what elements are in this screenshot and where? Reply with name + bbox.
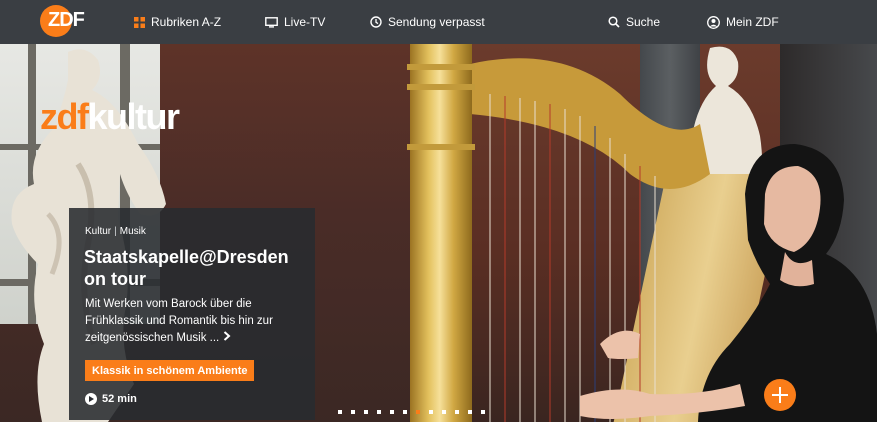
slider-dot[interactable] bbox=[390, 410, 394, 414]
slider-dot[interactable] bbox=[403, 410, 407, 414]
user-icon bbox=[707, 15, 720, 29]
zdf-logo[interactable]: ZDF bbox=[40, 5, 96, 37]
nav-rubriken[interactable]: Rubriken A-Z bbox=[134, 0, 221, 44]
add-to-list-button[interactable] bbox=[764, 379, 796, 411]
nav-live-tv[interactable]: Live-TV bbox=[265, 0, 325, 44]
hero-teaser[interactable]: zdfkultur Kultur | Musik Staatskapelle@Dre… bbox=[0, 44, 877, 422]
duration[interactable]: 52 min bbox=[85, 393, 137, 405]
breadcrumb: Kultur | Musik bbox=[85, 226, 146, 237]
slider-dot-active[interactable] bbox=[416, 410, 420, 414]
brand-kultur: kultur bbox=[87, 96, 180, 137]
play-icon[interactable] bbox=[85, 393, 97, 405]
slider-dot[interactable] bbox=[481, 410, 485, 414]
teaser-tag: Klassik in schönem Ambiente bbox=[85, 360, 255, 381]
clock-icon bbox=[370, 16, 382, 28]
slider-dot[interactable] bbox=[455, 410, 459, 414]
nav-mein-zdf[interactable]: Mein ZDF bbox=[707, 0, 779, 44]
harpist-image bbox=[580, 144, 877, 422]
breadcrumb-kultur[interactable]: Kultur bbox=[85, 226, 111, 237]
search-icon bbox=[608, 16, 620, 28]
breadcrumb-separator: | bbox=[114, 226, 117, 237]
slider-dot[interactable] bbox=[468, 410, 472, 414]
logo-text: ZDF bbox=[48, 9, 85, 31]
nav-sendung-verpasst-label: Sendung verpasst bbox=[388, 15, 485, 29]
duration-label: 52 min bbox=[102, 393, 137, 405]
slider-dot[interactable] bbox=[338, 410, 342, 414]
grid-icon bbox=[134, 16, 145, 28]
nav-suche[interactable]: Suche bbox=[608, 0, 660, 44]
teaser-title[interactable]: Staatskapelle@Dresden on tour bbox=[84, 246, 309, 290]
teaser-description-text: Mit Werken vom Barock über die Frühklass… bbox=[85, 298, 273, 344]
breadcrumb-musik[interactable]: Musik bbox=[120, 226, 146, 237]
slider-pagination bbox=[338, 410, 485, 414]
brand-zdf: zdf bbox=[40, 96, 89, 137]
nav-suche-label: Suche bbox=[626, 15, 661, 29]
slider-dot[interactable] bbox=[429, 410, 433, 414]
slider-dot[interactable] bbox=[351, 410, 355, 414]
nav-rubriken-label: Rubriken A-Z bbox=[151, 15, 222, 29]
slider-dot[interactable] bbox=[442, 410, 446, 414]
slider-dot[interactable] bbox=[377, 410, 381, 414]
chevron-right-icon[interactable] bbox=[223, 331, 231, 341]
top-navigation: ZDF Rubriken A-Z Live-TV Sendung verpass… bbox=[0, 0, 877, 44]
nav-sendung-verpasst[interactable]: Sendung verpasst bbox=[370, 0, 485, 44]
teaser-description[interactable]: Mit Werken vom Barock über die Frühklass… bbox=[85, 296, 307, 347]
zdfkultur-brand: zdfkultur bbox=[40, 96, 180, 138]
teaser-card[interactable]: Kultur | Musik Staatskapelle@Dresden on to… bbox=[69, 208, 315, 420]
harp-column bbox=[407, 44, 475, 422]
tv-icon bbox=[265, 16, 278, 28]
nav-mein-zdf-label: Mein ZDF bbox=[726, 15, 779, 29]
slider-dot[interactable] bbox=[364, 410, 368, 414]
nav-live-tv-label: Live-TV bbox=[284, 15, 326, 29]
